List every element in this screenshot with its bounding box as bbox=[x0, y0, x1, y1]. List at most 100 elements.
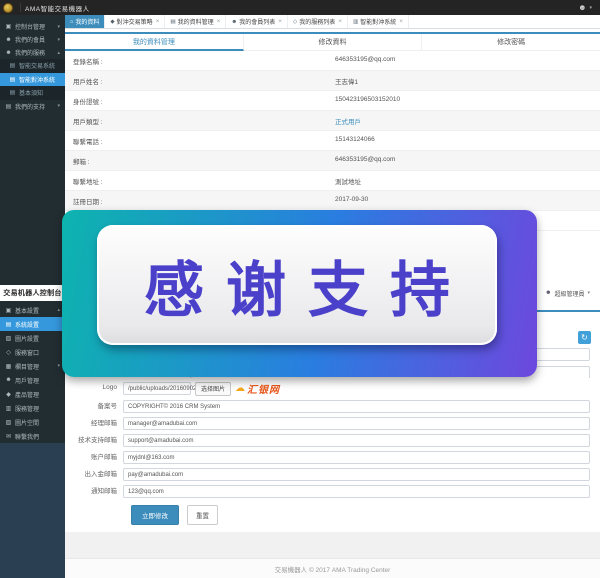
settings-form: Logo /public/uploads/20160902/0 选择图片 ☁ 汇… bbox=[65, 378, 600, 532]
form-row: 出入金邮箱 pay@amadubai.com bbox=[65, 468, 600, 481]
sidebar-subitem-basic-notice[interactable]: ▤ 基本須知 bbox=[0, 86, 65, 100]
notify-email-input[interactable]: 123@qq.com bbox=[123, 485, 590, 498]
tab-label: 我的資料管理 bbox=[178, 17, 214, 26]
doc-icon: ▤ bbox=[9, 62, 16, 69]
row-label: 郵箱 : bbox=[65, 151, 327, 170]
console-item-service-window[interactable]: ◇ 服務窗口 bbox=[0, 345, 65, 359]
row-value: 646353195@qq.com bbox=[327, 151, 600, 170]
form-row: 账户邮箱 myjdnl@163.com bbox=[65, 451, 600, 464]
content-spacer bbox=[65, 532, 600, 558]
user-avatar-icon[interactable]: ☻ bbox=[578, 4, 586, 12]
menu-item-label: 基本設置 bbox=[15, 306, 39, 315]
sidebar-subitem-smart-trading[interactable]: ▤ 智能交易系統 bbox=[0, 59, 65, 73]
tab-label: 智能對沖系統 bbox=[360, 17, 396, 26]
home-icon: ⌂ bbox=[70, 19, 73, 25]
table-row: 登錄名稱 :646353195@qq.com bbox=[65, 51, 600, 71]
sidebar-item-console-mgmt[interactable]: ▣ 控制台管理 ▾ bbox=[0, 20, 65, 33]
menu-item-label: 系統設置 bbox=[15, 320, 39, 329]
coin-logo-icon bbox=[3, 3, 13, 13]
console-item-contact-us[interactable]: ✉ 聯繫我們 bbox=[0, 429, 65, 443]
banner-plaque: 感谢支持 bbox=[97, 225, 497, 345]
divider bbox=[20, 3, 21, 12]
console-item-product-mgmt[interactable]: ◆ 產品管理 bbox=[0, 387, 65, 401]
sidebar-item-label: 智能交易系統 bbox=[19, 61, 55, 70]
reset-button[interactable]: 重置 bbox=[187, 505, 218, 525]
banner-text: 感谢支持 bbox=[122, 242, 472, 329]
profile-inner-tabs: 我的資料管理 修改資料 修改密碼 bbox=[65, 34, 600, 51]
console-item-service-mgmt[interactable]: ▥ 服務管理 bbox=[0, 401, 65, 415]
tab-edit-profile[interactable]: 修改資料 bbox=[244, 34, 423, 51]
sidebar-subitem-smart-hedge[interactable]: ▤ 智能對沖系統 bbox=[0, 73, 65, 87]
cloud-icon: ☁ bbox=[235, 383, 245, 394]
console-item-column-mgmt[interactable]: ▦ 欄目管理 ▾ bbox=[0, 359, 65, 373]
tab-profile-mgmt[interactable]: ▤ 我的資料管理 × bbox=[165, 15, 226, 28]
admin-dropdown[interactable]: 超級管理員 bbox=[554, 289, 584, 298]
row-value: 150423196503152010 bbox=[327, 91, 600, 110]
chevron-down-icon: ▾ bbox=[587, 290, 590, 296]
row-value: 15143124066 bbox=[327, 131, 600, 150]
tab-label: 我的資料 bbox=[75, 17, 99, 26]
form-row: 技术支持邮箱 support@amadubai.com bbox=[65, 434, 600, 447]
account-email-input[interactable]: myjdnl@163.com bbox=[123, 451, 590, 464]
sidebar-item-services[interactable]: ☻ 我們的服務 ▴ bbox=[0, 46, 65, 59]
logo-path-input[interactable]: /public/uploads/20160902/0 bbox=[123, 382, 191, 395]
field-label: 账户邮箱 bbox=[65, 451, 123, 462]
link-icon: ◇ bbox=[5, 349, 12, 356]
tab-my-profile[interactable]: ⌂ 我的資料 bbox=[65, 15, 105, 28]
form-row: 备案号 COPYRIGHT© 2016 CRM System bbox=[65, 400, 600, 413]
support-icon: ▤ bbox=[5, 103, 12, 110]
menu-item-label: 產品管理 bbox=[15, 390, 39, 399]
field-label: 出入金邮箱 bbox=[65, 468, 123, 479]
row-value: 王志偉1 bbox=[327, 71, 600, 90]
close-icon[interactable]: × bbox=[399, 18, 403, 25]
chevron-up-icon: ▴ bbox=[57, 50, 60, 56]
row-label: 身份證號 : bbox=[65, 91, 327, 110]
image-icon: ▧ bbox=[5, 419, 12, 426]
choose-image-button[interactable]: 选择图片 bbox=[195, 382, 231, 396]
user-menu[interactable]: ☻ ▾ bbox=[578, 4, 600, 12]
console-item-image-settings[interactable]: ▧ 圖片設置 bbox=[0, 331, 65, 345]
chevron-down-icon[interactable]: ▾ bbox=[589, 5, 592, 11]
submit-button[interactable]: 立即修改 bbox=[131, 505, 179, 525]
tab-change-password[interactable]: 修改密碼 bbox=[422, 34, 600, 51]
support-email-input[interactable]: support@amadubai.com bbox=[123, 434, 590, 447]
profile-panel: 我的資料管理 修改資料 修改密碼 登錄名稱 :646353195@qq.com … bbox=[65, 32, 600, 231]
refresh-button[interactable]: ↻ bbox=[578, 331, 591, 344]
manager-email-input[interactable]: manager@amadubai.com bbox=[123, 417, 590, 430]
tab-smart-hedge[interactable]: ▥ 智能對沖系統 × bbox=[348, 15, 409, 28]
table-row: 聯繫地址 :測試地址 bbox=[65, 171, 600, 191]
field-label: 备案号 bbox=[65, 400, 123, 411]
field-label: 经理邮箱 bbox=[65, 417, 123, 428]
icp-input[interactable]: COPYRIGHT© 2016 CRM System bbox=[123, 400, 590, 413]
close-icon[interactable]: × bbox=[338, 18, 342, 25]
row-label: 登錄名稱 : bbox=[65, 51, 327, 70]
console-item-basic-settings[interactable]: ▣ 基本設置 ▴ bbox=[0, 303, 65, 317]
close-icon[interactable]: × bbox=[278, 18, 282, 25]
tab-profile-data[interactable]: 我的資料管理 bbox=[65, 34, 244, 51]
sidebar-item-support[interactable]: ▤ 我們的支持 ▾ bbox=[0, 100, 65, 113]
menu-item-label: 服務窗口 bbox=[15, 348, 39, 357]
chevron-down-icon: ▾ bbox=[57, 103, 60, 109]
row-label: 用戶類型 : bbox=[65, 111, 327, 130]
page-footer: 交易機器人 © 2017 AMA Trading Center bbox=[65, 558, 600, 578]
tab-service-list[interactable]: ◇ 我的服務列表 × bbox=[288, 15, 348, 28]
close-icon[interactable]: × bbox=[217, 18, 221, 25]
doc-icon: ▤ bbox=[5, 321, 12, 328]
user-icon: ☻ bbox=[545, 290, 551, 296]
chevron-up-icon: ▴ bbox=[57, 307, 60, 313]
tab-hedge-strategy[interactable]: ◆ 對沖交易策略 × bbox=[105, 15, 165, 28]
tab-member-list[interactable]: ☻ 我的會員列表 × bbox=[226, 15, 288, 28]
row-label: 聯繫地址 : bbox=[65, 171, 327, 190]
console-item-system-settings[interactable]: ▤ 系統設置 bbox=[0, 317, 65, 331]
menu-item-label: 圖片空間 bbox=[15, 418, 39, 427]
chevron-down-icon: ▾ bbox=[57, 363, 60, 369]
brand-name: 汇银网 bbox=[247, 381, 280, 396]
close-icon[interactable]: × bbox=[156, 18, 160, 25]
console-item-image-space[interactable]: ▧ 圖片空間 bbox=[0, 415, 65, 429]
console-item-user-mgmt[interactable]: ☻ 用戶管理 bbox=[0, 373, 65, 387]
sidebar-item-label: 智能對沖系統 bbox=[19, 75, 55, 84]
sidebar-item-members[interactable]: ☻ 我們的會員 ▾ bbox=[0, 33, 65, 46]
payment-email-input[interactable]: pay@amadubai.com bbox=[123, 468, 590, 481]
table-row: 用戶姓名 :王志偉1 bbox=[65, 71, 600, 91]
chevron-down-icon: ▾ bbox=[57, 24, 60, 30]
